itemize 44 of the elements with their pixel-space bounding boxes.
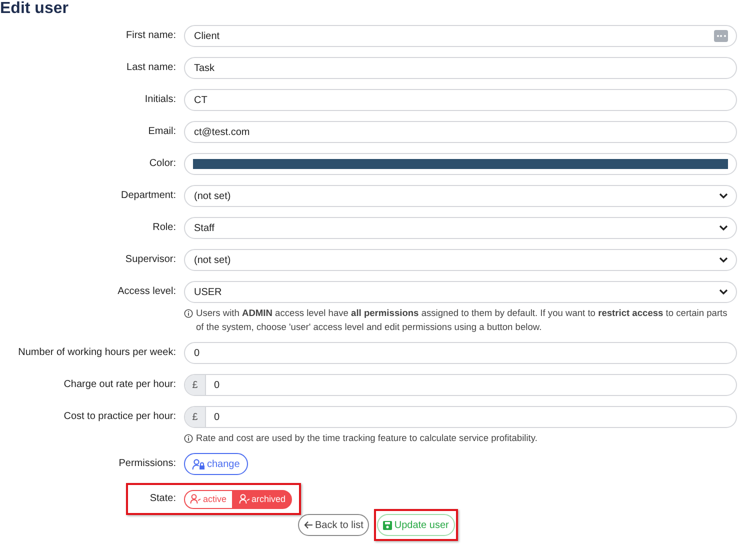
info-icon — [184, 434, 193, 442]
info-icon — [184, 308, 193, 318]
field-label: Last name: — [126, 61, 176, 75]
user-icon — [238, 494, 250, 504]
chevron-down-icon — [719, 193, 728, 199]
field-label: Department: — [120, 189, 176, 203]
state-toggle[interactable]: active — [184, 490, 233, 508]
field-label: Email: — [147, 125, 176, 139]
arrow-left-icon — [304, 521, 313, 529]
input-field[interactable]: £ 0 — [184, 406, 737, 428]
input-field[interactable]: 0 — [184, 342, 737, 364]
select-field[interactable]: Staff — [184, 217, 737, 239]
save-icon — [383, 520, 392, 530]
field-label: Charge out rate per hour: — [62, 378, 176, 392]
input-field[interactable]: £ 0 — [184, 374, 737, 396]
back-button[interactable]: Back to list — [298, 514, 370, 536]
state-toggle[interactable]: archived — [232, 490, 292, 508]
select-field[interactable]: USER — [184, 281, 737, 303]
help-text: Rate and cost are used by the time tracking feature to calculate service profitability. — [196, 432, 538, 445]
help-text: Users with ADMIN access level have all permissions assigned to them by default. If you want to restrict access to certain parts of the system, choose 'user' access level and edit permissions using a button below. — [196, 307, 728, 334]
input-field[interactable]: Client — [184, 25, 737, 47]
change-permissions-button[interactable]: change — [184, 453, 248, 475]
field-label: Supervisor: — [124, 253, 176, 267]
field-label: Initials: — [144, 93, 176, 107]
input-field[interactable]: CT — [184, 89, 737, 111]
color-field[interactable] — [184, 153, 737, 175]
field-label: Role: — [152, 221, 176, 235]
input-field[interactable]: Task — [184, 57, 737, 79]
chevron-down-icon — [719, 257, 728, 263]
select-field[interactable]: (not set) — [184, 249, 737, 271]
page-title: Edit user — [0, 0, 70, 18]
field-label: Access level: — [116, 285, 176, 299]
chevron-down-icon — [719, 225, 728, 231]
user-icon — [190, 494, 201, 504]
field-label: Permissions: — [118, 457, 176, 471]
chevron-down-icon — [719, 289, 728, 295]
field-label: State: — [148, 492, 176, 506]
field-label: Color: — [148, 157, 176, 171]
input-field[interactable]: ct@test.com — [184, 121, 737, 143]
field-label: Number of working hours per week: — [17, 346, 176, 360]
user-lock-icon — [192, 458, 205, 470]
field-label: First name: — [124, 29, 176, 43]
field-label: Cost to practice per hour: — [62, 410, 176, 424]
select-field[interactable]: (not set) — [184, 185, 737, 207]
